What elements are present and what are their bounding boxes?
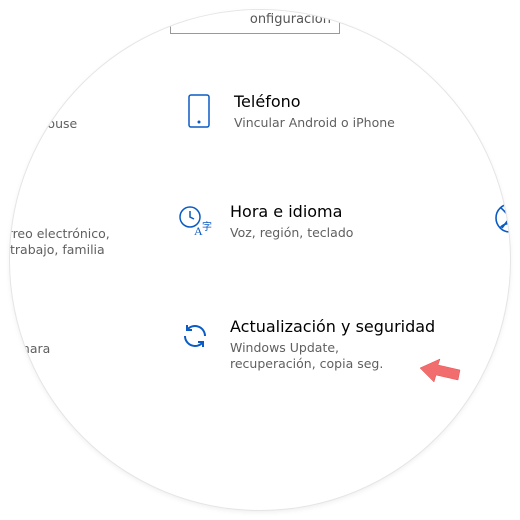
search-input[interactable]: onfiguración xyxy=(170,10,340,34)
tile-desc: Windows Update, recuperación, copia seg. xyxy=(230,340,410,372)
privacy-desc-fragment: ámara xyxy=(10,341,50,357)
tile-title: Hora e idioma xyxy=(230,202,353,222)
xbox-games-icon xyxy=(494,202,510,238)
callout-arrow-icon xyxy=(418,356,462,386)
tile-title: Actualización y seguridad xyxy=(230,317,435,337)
accounts-desc-fragment-line1: orreo electrónico, xyxy=(10,226,110,242)
svg-text:字: 字 xyxy=(202,220,212,233)
devices-desc-fragment: ras, mouse xyxy=(10,116,77,132)
globe-icon xyxy=(494,92,510,128)
settings-tile-update-security[interactable]: Actualización y seguridad Windows Update… xyxy=(178,317,435,372)
update-sync-icon xyxy=(178,319,212,353)
tile-desc: Vincular Android o iPhone xyxy=(234,115,395,131)
tile-title: Teléfono xyxy=(234,92,395,112)
search-placeholder-fragment: onfiguración xyxy=(250,12,331,27)
settings-tile-phone[interactable]: Teléfono Vincular Android o iPhone xyxy=(182,92,395,131)
phone-icon xyxy=(182,94,216,128)
accounts-desc-fragment-line2: trabajo, familia xyxy=(10,242,105,258)
time-language-icon: A 字 xyxy=(178,204,212,238)
tile-desc: Voz, región, teclado xyxy=(230,225,353,241)
settings-tile-time-language[interactable]: A 字 Hora e idioma Voz, región, teclado xyxy=(178,202,353,241)
